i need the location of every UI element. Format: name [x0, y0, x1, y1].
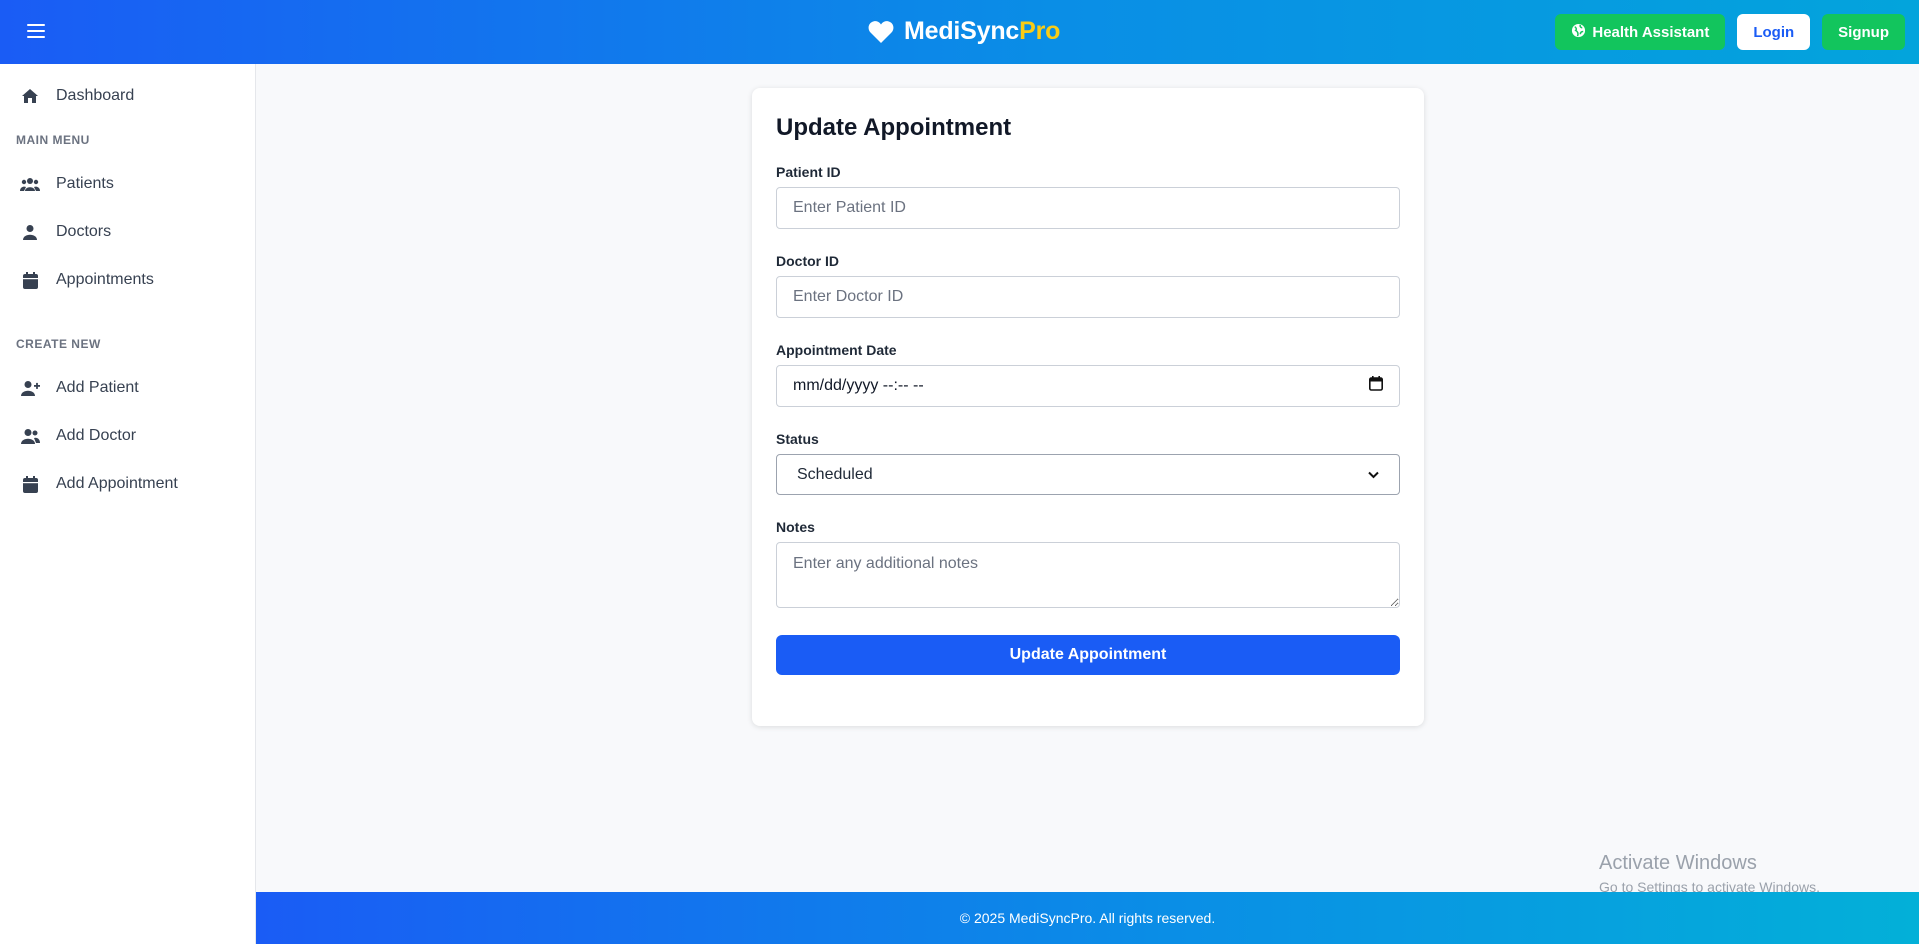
form-title: Update Appointment — [776, 114, 1012, 141]
hamburger-menu-icon[interactable] — [24, 20, 48, 44]
sidebar-item-label: Doctors — [56, 223, 112, 240]
sidebar: Dashboard MAIN MENU Patients Doctors App… — [0, 64, 256, 944]
sidebar-item-label: Dashboard — [56, 87, 135, 104]
patient-id-label: Patient ID — [776, 164, 841, 180]
sidebar-item-label: Add Patient — [56, 379, 139, 396]
health-assistant-label: Health Assistant — [1592, 23, 1710, 41]
users-icon — [20, 174, 40, 194]
top-navbar: MediSyncPro Health Assistant Login Signu… — [0, 0, 1919, 64]
appointment-date-value: mm/dd/yyyy --:-- -- — [793, 377, 924, 394]
appointment-date-field: Appointment Date mm/dd/yyyy --:-- -- — [776, 342, 1400, 407]
notes-label: Notes — [776, 519, 815, 535]
calendar-icon — [20, 270, 40, 290]
chevron-down-icon — [1368, 466, 1379, 484]
patient-id-input[interactable] — [776, 187, 1400, 229]
user-plus-icon — [20, 378, 40, 398]
sidebar-item-add-patient[interactable]: Add Patient — [0, 364, 255, 412]
update-appointment-card: Update Appointment Patient ID Doctor ID … — [752, 88, 1424, 726]
brand-logo[interactable]: MediSyncPro — [868, 17, 1060, 46]
health-assistant-button[interactable]: Health Assistant — [1555, 14, 1726, 50]
user-md-icon — [20, 426, 40, 446]
patient-id-field: Patient ID — [776, 164, 1400, 229]
calendar-picker-icon[interactable] — [1369, 376, 1383, 396]
sidebar-item-dashboard[interactable]: Dashboard — [0, 72, 255, 120]
main-menu-heading: MAIN MENU — [16, 133, 90, 147]
doctor-id-input[interactable] — [776, 276, 1400, 318]
create-new-heading: CREATE NEW — [16, 337, 101, 351]
user-icon — [20, 222, 40, 242]
doctor-id-label: Doctor ID — [776, 253, 839, 269]
sidebar-item-label: Add Appointment — [56, 475, 178, 492]
heart-icon — [868, 20, 894, 44]
watermark-title: Activate Windows — [1599, 852, 1757, 874]
sidebar-item-add-doctor[interactable]: Add Doctor — [0, 412, 255, 460]
login-button[interactable]: Login — [1737, 14, 1811, 50]
globe-icon — [1571, 23, 1586, 42]
sidebar-item-doctors[interactable]: Doctors — [0, 208, 255, 256]
status-field: Status Scheduled — [776, 431, 1400, 495]
sidebar-item-appointments[interactable]: Appointments — [0, 256, 255, 304]
sidebar-item-patients[interactable]: Patients — [0, 160, 255, 208]
status-select[interactable]: Scheduled — [776, 454, 1400, 495]
sidebar-item-label: Add Doctor — [56, 427, 137, 444]
doctor-id-field: Doctor ID — [776, 253, 1400, 318]
signup-button[interactable]: Signup — [1822, 14, 1905, 50]
footer: © 2025 MediSyncPro. All rights reserved. — [256, 892, 1919, 944]
appointment-date-input[interactable]: mm/dd/yyyy --:-- -- — [776, 365, 1400, 407]
appointment-date-label: Appointment Date — [776, 342, 897, 358]
notes-textarea[interactable] — [776, 542, 1400, 608]
sidebar-item-label: Patients — [56, 175, 114, 192]
home-icon — [20, 86, 40, 106]
notes-field: Notes — [776, 519, 1400, 613]
calendar-plus-icon — [20, 474, 40, 494]
activate-windows-watermark: Activate Windows Go to Settings to activ… — [1599, 852, 1820, 895]
update-appointment-button[interactable]: Update Appointment — [776, 635, 1400, 675]
status-selected-value: Scheduled — [797, 465, 873, 483]
sidebar-item-label: Appointments — [56, 271, 154, 288]
status-label: Status — [776, 431, 819, 447]
brand-name: MediSyncPro — [904, 17, 1061, 45]
copyright-text: © 2025 MediSyncPro. All rights reserved. — [959, 910, 1216, 926]
sidebar-item-add-appointment[interactable]: Add Appointment — [0, 460, 255, 508]
